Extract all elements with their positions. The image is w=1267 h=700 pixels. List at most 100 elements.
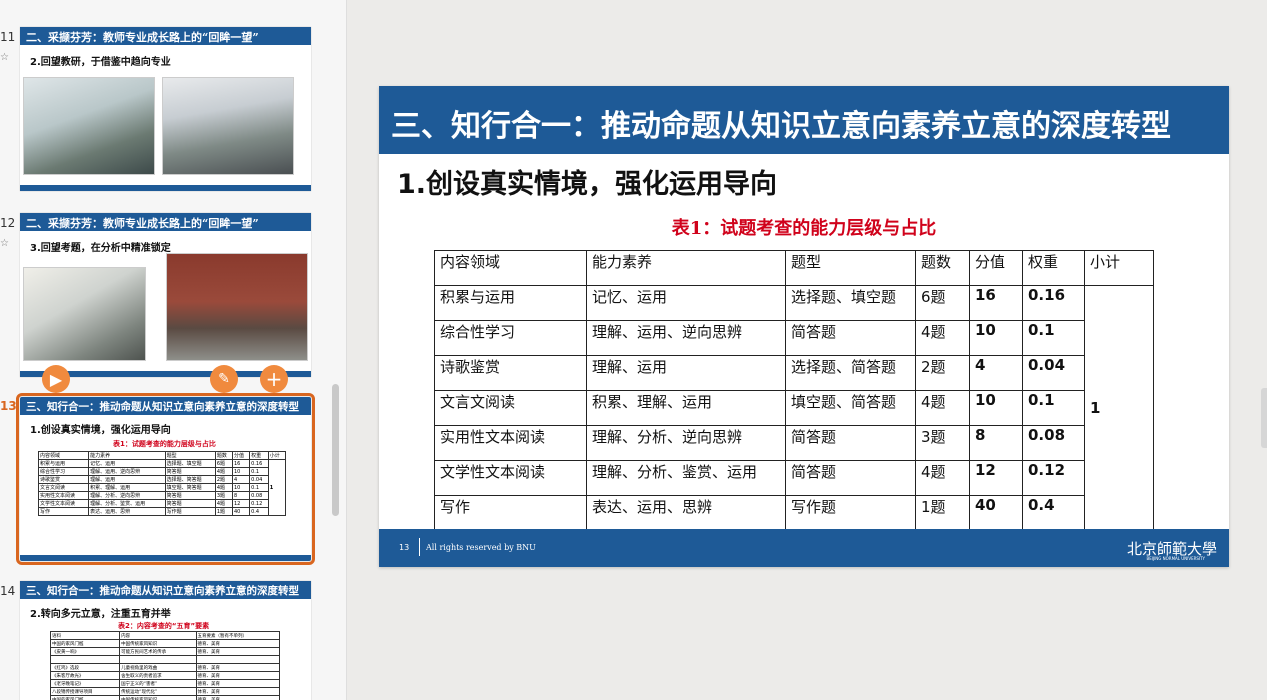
table-cell: 4题 <box>915 390 970 426</box>
table-cell: 理解、运用、逆向思辨 <box>88 467 166 476</box>
play-icon[interactable]: ▶ <box>42 365 70 393</box>
table-cell: 写作 <box>37 507 90 516</box>
table-cell: 40 <box>969 495 1023 531</box>
table-row: 文言文阅读 积累、理解、运用 填空题、简答题 4题 10 0.1 <box>434 390 1154 426</box>
side-panel-handle[interactable] <box>1261 388 1267 448</box>
table-cell: 德育、美育 <box>195 679 280 688</box>
table-cell: 12 <box>231 499 251 508</box>
table-cell: 1题 <box>214 507 233 516</box>
table-cell: 积累与运用 <box>434 285 587 321</box>
table-header-row: 内容领域 能力素养 题型 题数 分值 权重 小计 <box>434 250 1154 286</box>
slide-thumbnail-12[interactable]: 二、采撷芬芳：教师专业成长路上的“回眸一望” 3.回望考题，在分析中精准锁定 <box>20 213 311 377</box>
table-cell: 权重 <box>1022 250 1085 286</box>
table-cell: 理解、分析、逆向思辨 <box>88 491 166 500</box>
table-cell: 4 <box>969 355 1023 391</box>
table-cell: 德育、美育 <box>195 671 280 680</box>
table-cell: 填空题、简答题 <box>785 390 916 426</box>
table-cell <box>195 655 280 664</box>
table-cell: 八段锦传授课导项目 <box>49 687 121 696</box>
table-cell: 0.08 <box>249 491 269 500</box>
table-cell: 3题 <box>915 425 970 461</box>
table-cell: 简答题 <box>785 460 916 496</box>
thumbnail-title: 三、知行合一：推动命题从知识立意向素养立意的深度转型 <box>26 585 299 597</box>
table-row: 写作 表达、运用、思辨 写作题 1题 40 0.4 <box>37 507 286 516</box>
table-cell: 0.16 <box>249 459 269 468</box>
table-cell: 题数 <box>915 250 970 286</box>
table-cell: 16 <box>231 459 251 468</box>
table-cell: 诗歌鉴赏 <box>434 355 587 391</box>
slide-footer: 13 All rights reserved by BNU 北京師範大學 BEI… <box>379 529 1229 567</box>
thumbnail-table-caption: 表1：试题考查的能力层级与占比 <box>113 440 216 448</box>
slide-thumbnail-14[interactable]: 三、知行合一：推动命题从知识立意向素养立意的深度转型 2.转向多元立意，注重五育… <box>20 581 311 700</box>
slide-number: 13 <box>0 399 17 413</box>
magic-wand-icon[interactable]: ✎ <box>210 365 238 393</box>
thumbnail-footer <box>20 555 311 561</box>
table-cell: 儿童视角里的戏曲 <box>119 663 197 672</box>
table-row: 语料 内容 五育要素（暂有不单列） <box>49 631 280 640</box>
table-cell: 文言文阅读 <box>37 483 90 492</box>
table-cell: 中国传统家风知识 <box>119 695 197 700</box>
table-cell: 文言文阅读 <box>434 390 587 426</box>
table-row: 中国的家风门槛 中国传统家风知识 德育、美育 <box>49 695 280 700</box>
star-icon[interactable]: ☆ <box>0 52 9 63</box>
table-header-row: 内容领域 能力素养 题型 题数 分值 权重 小计 <box>37 451 287 460</box>
table-cell: 文学性文本阅读 <box>37 499 90 508</box>
slide-canvas[interactable]: 三、知行合一：推动命题从知识立意向素养立意的深度转型 1.创设真实情境，强化运用… <box>379 86 1229 567</box>
table-cell: 6题 <box>214 459 233 468</box>
table-row: 积累与运用 记忆、运用 选择题、填空题 6题 16 0.16 1 <box>37 459 287 516</box>
slide-number: 12 <box>0 216 16 230</box>
table-cell: 题型 <box>164 451 216 460</box>
slide-thumbnail-13[interactable]: 三、知行合一：推动命题从知识立意向素养立意的深度转型 1.创设真实情境，强化运用… <box>16 393 315 565</box>
scrollbar[interactable] <box>332 384 339 516</box>
table-cell: 实用性文本阅读 <box>434 425 587 461</box>
table-cell: 填空题、简答题 <box>164 483 216 492</box>
table-cell: 8 <box>231 491 251 500</box>
table-cell: 理解、分析、逆向思辨 <box>586 425 786 461</box>
table-cell: 10 <box>969 390 1023 426</box>
building-photo <box>166 253 308 361</box>
table-cell: 选择题、简答题 <box>164 475 216 484</box>
star-icon[interactable]: ☆ <box>0 238 9 249</box>
table-cell: 选择题、简答题 <box>785 355 916 391</box>
slide-thumbnail-11[interactable]: 二、采撷芬芳：教师专业成长路上的“回眸一望” 2.回望教研，于借鉴中趋向专业 <box>20 27 311 191</box>
table-cell: 2题 <box>214 475 233 484</box>
table-cell: 积累、理解、运用 <box>586 390 786 426</box>
slide-thumbnail-panel[interactable]: 11 ☆ 二、采撷芬芳：教师专业成长路上的“回眸一望” 2.回望教研，于借鉴中趋… <box>0 0 347 700</box>
table-row: 实用性文本阅读 理解、分析、逆向思辨 简答题 3题 8 0.08 <box>37 491 286 500</box>
table-cell: 0.4 <box>249 507 269 516</box>
table-cell: 积累、理解、运用 <box>88 483 166 492</box>
table-cell: 记忆、运用 <box>88 459 166 468</box>
table-row: 文言文阅读 积累、理解、运用 填空题、简答题 4题 10 0.1 <box>37 483 286 492</box>
table-cell: 语料 <box>49 631 121 640</box>
table-row: 综合性学习 理解、运用、逆向思辨 简答题 4题 10 0.1 <box>37 467 286 476</box>
table-cell: 五育要素（暂有不单列） <box>195 631 280 640</box>
table-cell: 《皮黄一响》 <box>49 647 121 656</box>
thumbnail-subtitle: 1.创设真实情境，强化运用导向 <box>30 425 171 436</box>
table-cell: 实用性文本阅读 <box>37 491 90 500</box>
table-cell: 理解、运用 <box>586 355 786 391</box>
table-cell: 分值 <box>231 451 251 460</box>
table-row: 《朱客厅故光》 舍生取义的责者追求 德育、美育 <box>49 671 280 680</box>
table-cell: 德育、美育 <box>195 695 280 700</box>
table-row: 综合性学习 理解、运用、逆向思辨 简答题 4题 10 0.1 <box>434 320 1154 356</box>
thumbnail-subtitle: 2.转向多元立意，注重五育并举 <box>30 609 171 620</box>
table-caption: 表1：试题考查的能力层级与占比 <box>671 218 937 239</box>
table-cell: 0.1 <box>1022 390 1085 426</box>
table-cell: 简答题 <box>164 499 216 508</box>
table-cell: 理解、分析、鉴赏、运用 <box>586 460 786 496</box>
table-cell: 6题 <box>915 285 970 321</box>
table-cell: 选择题、填空题 <box>785 285 916 321</box>
table-cell: 4 <box>231 475 251 484</box>
bnu-logo-subtitle: BEIJING NORMAL UNIVERSITY <box>1146 556 1205 561</box>
table-row: 写作 表达、运用、思辨 写作题 1题 40 0.4 <box>434 495 1154 531</box>
table-cell: 能力素养 <box>586 250 786 286</box>
table-cell: 10 <box>231 483 251 492</box>
table-cell: 权重 <box>249 451 269 460</box>
table-row: 诗歌鉴赏 理解、运用 选择题、简答题 2题 4 0.04 <box>37 475 286 484</box>
table-cell: 题数 <box>214 451 233 460</box>
table-cell: 综合性学习 <box>434 320 587 356</box>
add-slide-icon[interactable]: + <box>260 365 288 393</box>
table-cell: 写作 <box>434 495 587 531</box>
table-cell: 《朱客厅故光》 <box>49 671 121 680</box>
table-cell: 国宁正义的“害者” <box>119 679 197 688</box>
